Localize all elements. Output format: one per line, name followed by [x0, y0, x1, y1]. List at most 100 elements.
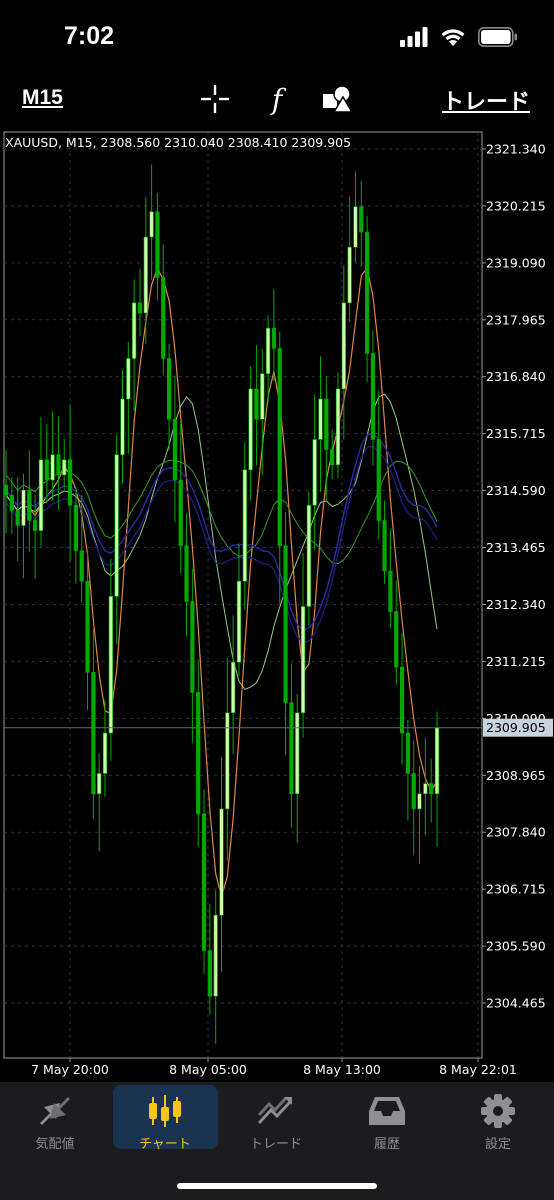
price-label: 2311.215: [486, 654, 546, 669]
price-label: 2308.965: [486, 768, 546, 783]
candle-bear: [73, 504, 78, 552]
chart-toolbar: M15 f トレード: [0, 78, 554, 120]
candle-bear: [190, 601, 195, 693]
candle-bear: [85, 580, 90, 673]
tab-trade[interactable]: トレード: [221, 1082, 331, 1152]
time-label: 8 May 13:00: [303, 1062, 381, 1077]
candle-bull: [242, 469, 247, 582]
candle-bull: [260, 373, 265, 420]
price-label: 2317.965: [486, 312, 546, 327]
candle-bear: [359, 206, 364, 233]
candle-bull: [114, 454, 119, 597]
candle-bull: [295, 712, 300, 795]
price-label: 2305.590: [486, 939, 546, 954]
candle-bear: [166, 358, 172, 420]
candle-bull: [108, 596, 113, 734]
candle-bear: [172, 418, 178, 481]
candle-bear: [161, 277, 166, 359]
price-chart[interactable]: 2321.340 2320.215 2319.090 2317.965 2316.840…: [0, 130, 554, 1085]
chart-svg[interactable]: 2321.340 2320.215 2319.090 2317.965 2316.840…: [0, 130, 554, 1085]
current-price-label: 2309.905: [486, 720, 546, 735]
signal-icon: [400, 27, 428, 47]
gear-icon: [481, 1094, 515, 1128]
objects-icon[interactable]: [320, 82, 354, 116]
candle-bear: [201, 813, 207, 951]
candle-bull: [312, 439, 317, 506]
price-label: 2316.840: [486, 369, 546, 384]
candle-bull: [353, 206, 358, 248]
candle-bull: [21, 489, 26, 526]
candle-bear: [271, 327, 277, 349]
candle-bear: [411, 773, 416, 810]
wifi-icon: [441, 29, 465, 46]
history-inbox-icon: [369, 1097, 405, 1125]
price-label: 2321.340: [486, 142, 546, 157]
candle-bull: [120, 398, 125, 455]
candle-bull: [265, 327, 271, 374]
candle-bull: [341, 302, 346, 390]
chart-grid: [3, 131, 483, 1059]
tab-quotes[interactable]: 気配値: [0, 1082, 110, 1152]
indicators-icon[interactable]: f: [260, 82, 294, 116]
tab-history-label: 履歴: [373, 1137, 400, 1152]
candle-bear: [79, 550, 84, 582]
candle-bull: [213, 914, 218, 997]
candle-bear: [67, 459, 73, 506]
trade-icon: [257, 1096, 292, 1125]
candle-bull: [38, 459, 44, 531]
candle-bear: [56, 454, 61, 476]
home-indicator: [177, 1183, 377, 1189]
price-label: 2315.715: [486, 426, 546, 441]
time-label: 8 May 22:01: [439, 1062, 517, 1077]
battery-icon: [478, 27, 517, 47]
tab-chart[interactable]: チャート: [110, 1082, 220, 1152]
candle-bear: [405, 732, 410, 774]
candle-bear: [9, 494, 14, 511]
candle-bear: [289, 702, 294, 795]
candle-bull: [50, 454, 55, 481]
crosshair-icon[interactable]: [198, 82, 232, 116]
candle-bull: [318, 398, 323, 440]
candle-bear: [382, 520, 387, 572]
candle-bull: [347, 246, 352, 304]
tab-trade-label: トレード: [249, 1137, 302, 1152]
tab-quotes-label: 気配値: [35, 1137, 75, 1152]
candle-bear: [3, 484, 9, 496]
price-label: 2314.590: [486, 483, 546, 498]
candle-bear: [44, 459, 49, 481]
price-label: 2306.715: [486, 882, 546, 897]
trade-link[interactable]: トレード: [442, 84, 530, 116]
tab-settings[interactable]: 設定: [443, 1082, 553, 1152]
time-label: 8 May 05:00: [169, 1062, 247, 1077]
candle-bear: [207, 950, 212, 997]
candle-bull: [132, 302, 137, 359]
candle-bear: [27, 489, 32, 521]
candle-bear: [370, 353, 376, 440]
candle-bull: [306, 504, 311, 607]
candle-bull: [102, 732, 108, 774]
candle-bull: [225, 712, 230, 810]
candle-bear: [178, 479, 183, 547]
timeframe-button[interactable]: M15: [22, 86, 63, 110]
candle-bear: [15, 510, 20, 526]
price-label: 2320.215: [486, 198, 546, 213]
candle-bull: [335, 388, 341, 466]
price-label: 2313.465: [486, 540, 546, 555]
candle-bull: [434, 727, 440, 795]
price-label: 2307.840: [486, 825, 546, 840]
candle-bear: [91, 671, 96, 795]
chart-candles-icon: [149, 1095, 181, 1127]
tab-chart-label: チャート: [139, 1137, 191, 1152]
candle-bull: [423, 783, 428, 795]
candle-bear: [324, 398, 329, 450]
candle-bull: [236, 580, 242, 663]
quotes-icon: [40, 1097, 70, 1125]
candle-bear: [388, 570, 393, 612]
candle-bull: [248, 388, 253, 471]
candle-bull: [219, 808, 224, 916]
candle-bear: [283, 545, 288, 703]
candle-bear: [196, 692, 201, 815]
candle-bear: [33, 520, 38, 531]
tab-history[interactable]: 履歴: [332, 1082, 442, 1152]
candle-bear: [184, 545, 189, 602]
